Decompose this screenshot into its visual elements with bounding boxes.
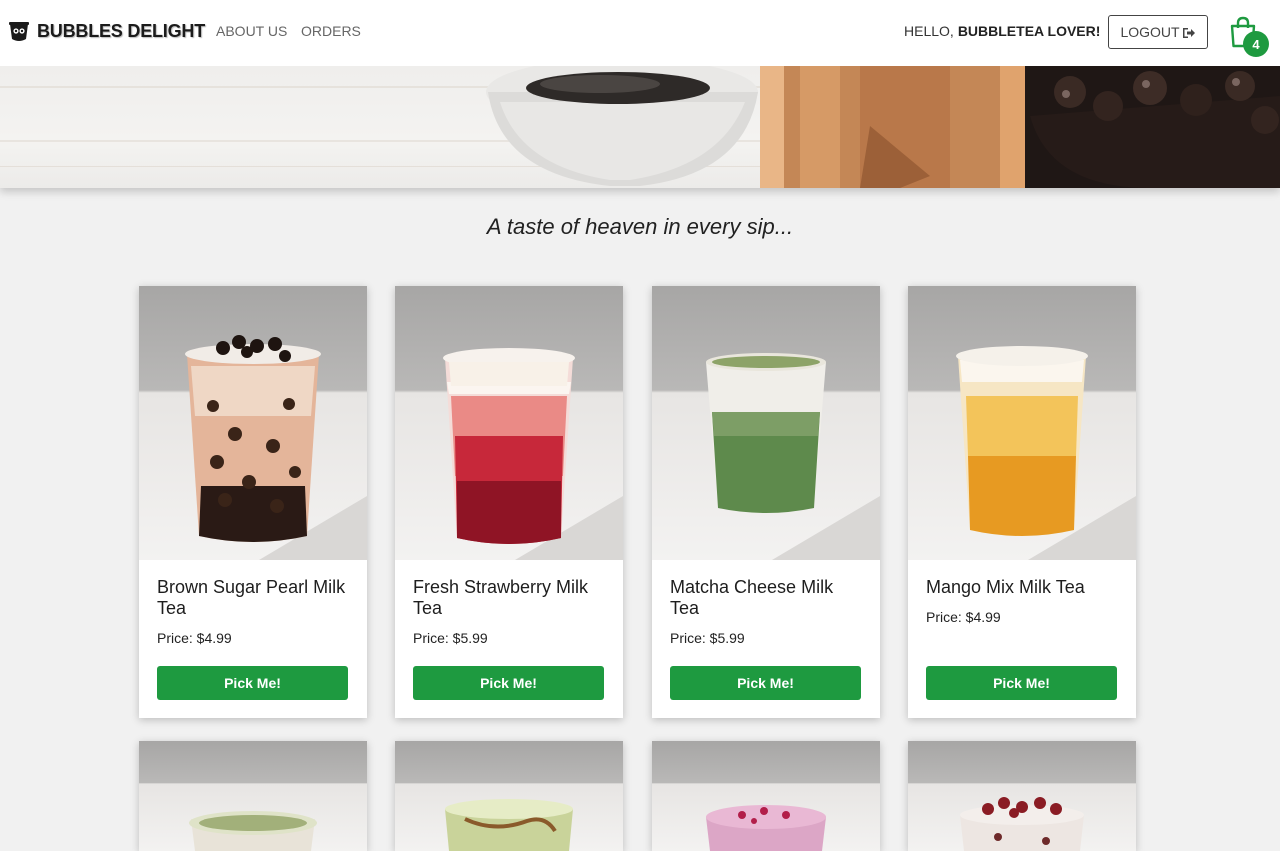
matcha-milk-tea-photo [139, 741, 367, 851]
product-name: Mango Mix Milk Tea [926, 577, 1085, 597]
username: BUBBLETEA LOVER! [957, 23, 1101, 39]
taro-milk-tea-photo [652, 741, 880, 851]
product-price: Price: $4.99 [926, 609, 1001, 625]
product-card-body: Fresh Strawberry Milk Tea Price: $5.99 P… [395, 560, 623, 718]
brand-name: BUBBLES DELIGHT [37, 20, 206, 41]
product-card [908, 741, 1136, 851]
product-card-body: Brown Sugar Pearl Milk Tea Price: $4.99 … [139, 560, 367, 718]
product-name: Matcha Cheese Milk Tea [670, 577, 834, 618]
product-name: Fresh Strawberry Milk Tea [413, 577, 589, 618]
product-price: Price: $5.99 [413, 630, 488, 646]
red-bean-milk-tea-photo [908, 741, 1136, 851]
nav-link-orders[interactable]: ORDERS [301, 23, 361, 39]
product-card [395, 741, 623, 851]
sign-out-icon [1182, 26, 1196, 38]
product-card [652, 741, 880, 851]
logout-label: LOGOUT [1120, 24, 1180, 40]
product-card-brown-sugar: Brown Sugar Pearl Milk Tea Price: $4.99 … [139, 286, 367, 718]
product-name: Brown Sugar Pearl Milk Tea [157, 577, 346, 618]
matcha-cheese-milk-tea-photo [652, 286, 880, 560]
bubble-tea-cup-icon [8, 19, 30, 43]
pick-me-button[interactable]: Pick Me! [926, 666, 1117, 700]
nav-link-about-us[interactable]: ABOUT US [216, 23, 287, 39]
greeting-text: HELLO, [904, 23, 954, 39]
product-card-body: Matcha Cheese Milk Tea Price: $5.99 Pick… [652, 560, 880, 718]
hero-banner-image [0, 66, 1280, 188]
pick-me-button[interactable]: Pick Me! [157, 666, 348, 700]
brand-logo-link[interactable]: BUBBLES DELIGHT [8, 19, 205, 43]
logout-button[interactable]: LOGOUT [1108, 15, 1208, 49]
product-card-mango-mix: Mango Mix Milk Tea Price: $4.99 Pick Me! [908, 286, 1136, 718]
product-card-matcha-cheese: Matcha Cheese Milk Tea Price: $5.99 Pick… [652, 286, 880, 718]
navbar: BUBBLES DELIGHT ABOUT US ORDERS HELLO, BU… [0, 0, 1280, 66]
pick-me-button[interactable]: Pick Me! [670, 666, 861, 700]
cart-count-badge[interactable]: 4 [1243, 31, 1269, 57]
product-price: Price: $5.99 [670, 630, 745, 646]
product-price: Price: $4.99 [157, 630, 232, 646]
product-card [139, 741, 367, 851]
green-tea-latte-photo [395, 741, 623, 851]
product-card-strawberry: Fresh Strawberry Milk Tea Price: $5.99 P… [395, 286, 623, 718]
brown-sugar-milk-tea-photo [139, 286, 367, 560]
pick-me-button[interactable]: Pick Me! [413, 666, 604, 700]
mango-milk-tea-photo [908, 286, 1136, 560]
tagline: A taste of heaven in every sip... [486, 214, 794, 239]
product-card-body: Mango Mix Milk Tea Price: $4.99 Pick Me! [908, 560, 1136, 718]
strawberry-milk-tea-photo [395, 286, 623, 560]
user-greeting: HELLO, BUBBLETEA LOVER! [904, 23, 1100, 39]
